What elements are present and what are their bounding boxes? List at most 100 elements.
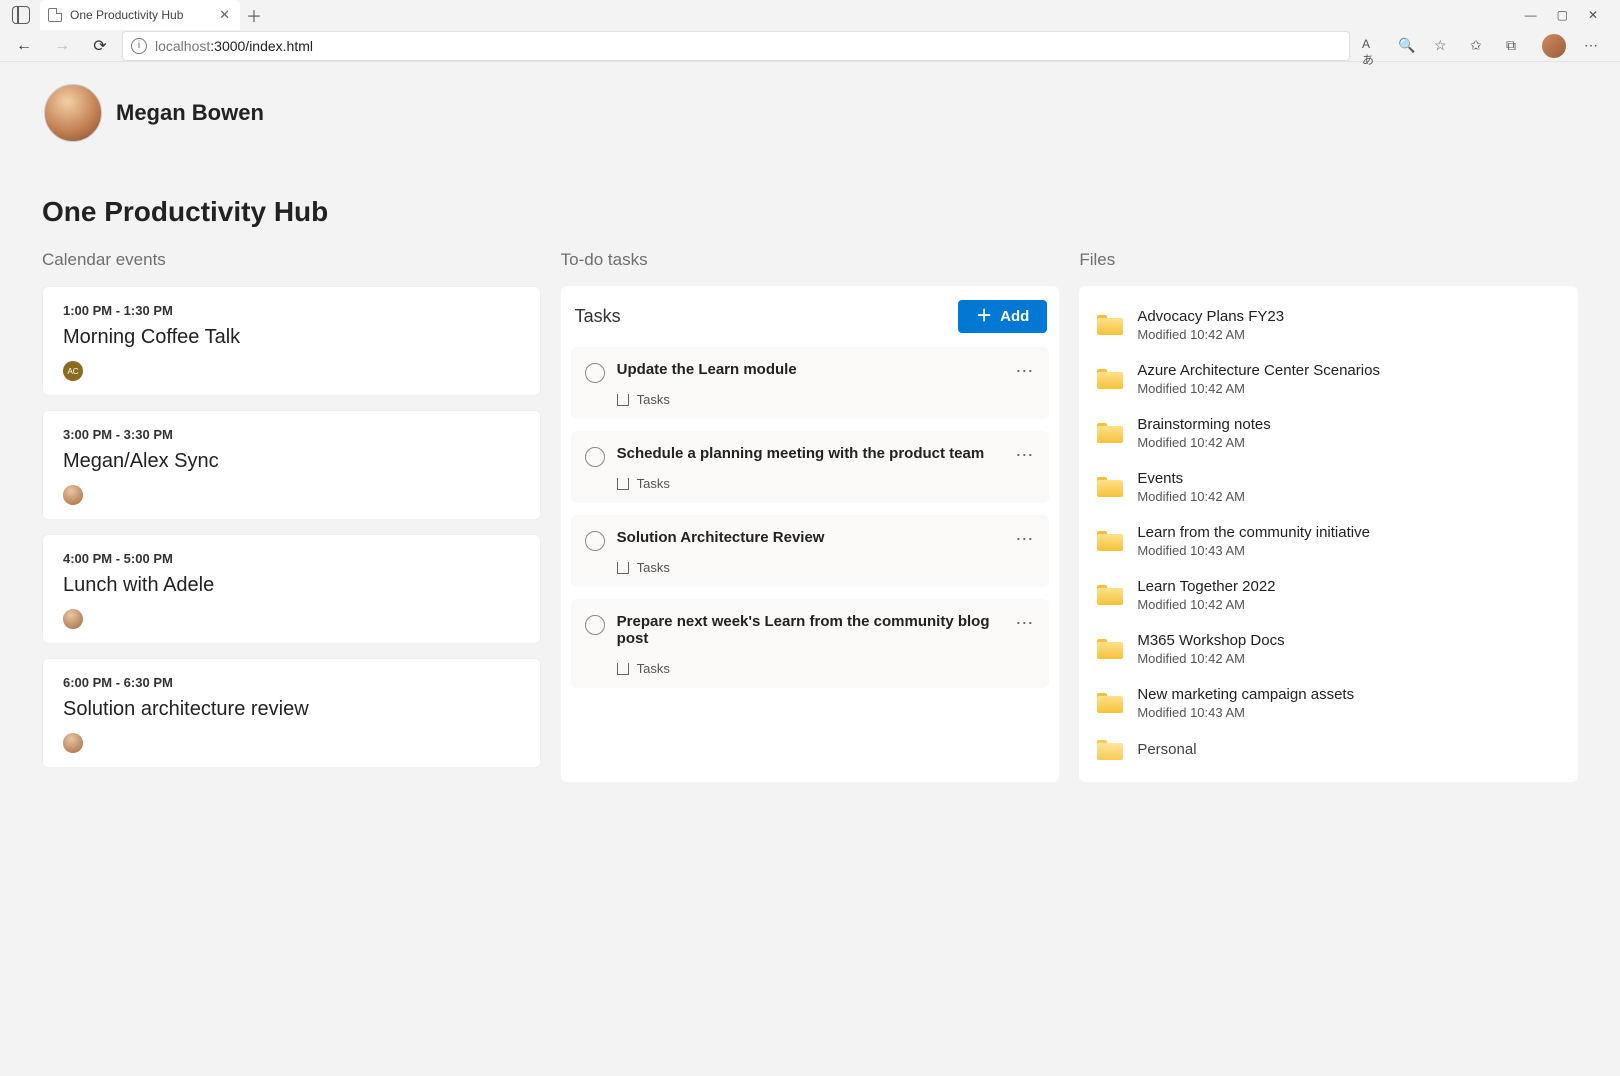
task-card[interactable]: Update the Learn moduleTasks⋯ <box>571 347 1050 419</box>
event-title: Morning Coffee Talk <box>63 326 520 349</box>
event-time: 1:00 PM - 1:30 PM <box>63 303 520 318</box>
calendar-event-card[interactable]: 6:00 PM - 6:30 PM Solution architecture r… <box>42 658 541 768</box>
browser-chrome: One Productivity Hub ✕ ＋ ― ▢ ✕ ← → ⟳ i l… <box>0 0 1620 62</box>
file-row[interactable]: New marketing campaign assetsModified 10… <box>1089 676 1568 730</box>
file-row[interactable]: Azure Architecture Center ScenariosModif… <box>1089 352 1568 406</box>
user-name: Megan Bowen <box>116 100 264 126</box>
favorite-star-icon[interactable]: ☆ <box>1434 37 1452 55</box>
tasks-column-title: To-do tasks <box>561 250 1060 270</box>
window-controls: ― ▢ ✕ <box>1525 8 1616 22</box>
tab-groups-icon[interactable] <box>12 6 30 24</box>
user-avatar[interactable] <box>44 84 102 142</box>
collections-icon[interactable]: ⧉ <box>1506 37 1524 55</box>
read-aloud-icon[interactable]: Aあ <box>1362 37 1380 55</box>
tasks-panel-header: Tasks ＋ Add <box>561 286 1060 347</box>
address-row: ← → ⟳ i localhost:3000/index.html Aあ 🔍 ☆… <box>0 30 1620 61</box>
task-complete-toggle[interactable] <box>585 531 605 551</box>
task-card[interactable]: Schedule a planning meeting with the pro… <box>571 431 1050 503</box>
task-list: Update the Learn moduleTasks⋯Schedule a … <box>561 347 1060 698</box>
task-title: Prepare next week's Learn from the commu… <box>617 613 1004 647</box>
file-info: M365 Workshop Docs Modified 10:42 AM <box>1137 632 1284 666</box>
bucket-icon <box>617 562 629 574</box>
add-task-button[interactable]: ＋ Add <box>958 300 1047 333</box>
event-attendees <box>63 733 520 753</box>
task-more-icon[interactable]: ⋯ <box>1015 613 1035 676</box>
toolbar-actions: Aあ 🔍 ☆ ✩ ⧉ ⋯ <box>1356 34 1612 58</box>
attendee-avatar[interactable] <box>63 609 83 629</box>
back-button[interactable]: ← <box>8 31 40 61</box>
forward-button[interactable]: → <box>46 31 78 61</box>
file-info: EventsModified 10:42 AM <box>1137 470 1245 504</box>
favorites-bar-icon[interactable]: ✩ <box>1470 37 1488 55</box>
file-name: Learn Together 2022 <box>1137 578 1275 595</box>
task-complete-toggle[interactable] <box>585 447 605 467</box>
attendee-avatar[interactable] <box>63 733 83 753</box>
file-row[interactable]: Learn Together 2022Modified 10:42 AM <box>1089 568 1568 622</box>
files-panel: Advocacy Plans FY23Modified 10:42 AM Azur… <box>1079 286 1578 782</box>
event-title: Lunch with Adele <box>63 574 520 597</box>
minimize-icon[interactable]: ― <box>1525 8 1537 22</box>
task-complete-toggle[interactable] <box>585 615 605 635</box>
file-modified: Modified 10:43 AM <box>1137 705 1354 720</box>
task-bucket-label: Tasks <box>637 476 670 491</box>
plus-icon: ＋ <box>976 309 992 325</box>
browser-tab[interactable]: One Productivity Hub ✕ <box>40 0 240 30</box>
bucket-icon <box>617 478 629 490</box>
more-menu-icon[interactable]: ⋯ <box>1584 37 1602 55</box>
task-more-icon[interactable]: ⋯ <box>1015 361 1035 407</box>
folder-icon <box>1097 693 1123 713</box>
calendar-event-list: 1:00 PM - 1:30 PM Morning Coffee Talk AC 3:… <box>42 286 541 768</box>
files-column: Files Advocacy Plans FY23Modified 10:42 … <box>1079 250 1578 782</box>
zoom-icon[interactable]: 🔍 <box>1398 37 1416 55</box>
folder-icon <box>1097 585 1123 605</box>
file-modified: Modified 10:42 AM <box>1137 435 1270 450</box>
close-tab-icon[interactable]: ✕ <box>219 7 230 23</box>
file-name: Personal <box>1137 741 1196 758</box>
file-row[interactable]: EventsModified 10:42 AM <box>1089 460 1568 514</box>
new-tab-button[interactable]: ＋ <box>242 3 266 27</box>
task-meta: Tasks <box>617 476 1004 491</box>
file-info: Personal <box>1137 741 1196 760</box>
task-card[interactable]: Prepare next week's Learn from the commu… <box>571 599 1050 688</box>
calendar-event-card[interactable]: 4:00 PM - 5:00 PMLunch with Adele <box>42 534 541 644</box>
attendee-avatar[interactable] <box>63 485 83 505</box>
task-meta: Tasks <box>617 560 1004 575</box>
file-row[interactable]: Personal <box>1089 730 1568 770</box>
attendee-avatar[interactable]: AC <box>63 361 83 381</box>
task-title: Update the Learn module <box>617 361 1004 378</box>
task-more-icon[interactable]: ⋯ <box>1015 445 1035 491</box>
event-time: 6:00 PM - 6:30 PM <box>63 675 520 690</box>
file-row[interactable]: M365 Workshop Docs Modified 10:42 AM <box>1089 622 1568 676</box>
file-name: Azure Architecture Center Scenarios <box>1137 362 1380 379</box>
tasks-column: To-do tasks Tasks ＋ Add Update the Learn… <box>561 250 1060 782</box>
hub-grid: Calendar events 1:00 PM - 1:30 PMMorning… <box>42 250 1578 782</box>
file-info: Advocacy Plans FY23Modified 10:42 AM <box>1137 308 1284 342</box>
file-row[interactable]: Advocacy Plans FY23Modified 10:42 AM <box>1089 298 1568 352</box>
event-time: 3:00 PM - 3:30 PM <box>63 427 520 442</box>
maximize-icon[interactable]: ▢ <box>1557 8 1568 22</box>
calendar-event-card[interactable]: 1:00 PM - 1:30 PM Morning Coffee Talk AC <box>42 286 541 396</box>
reload-button[interactable]: ⟳ <box>84 31 116 61</box>
file-row[interactable]: Learn from the community initiativeModif… <box>1089 514 1568 568</box>
file-name: M365 Workshop Docs <box>1137 632 1284 649</box>
task-more-icon[interactable]: ⋯ <box>1015 529 1035 575</box>
task-card[interactable]: Solution Architecture ReviewTasks⋯ <box>571 515 1050 587</box>
page-icon <box>48 8 62 22</box>
site-info-icon[interactable]: i <box>131 38 147 54</box>
file-info: Brainstorming notesModified 10:42 AM <box>1137 416 1270 450</box>
file-info: Azure Architecture Center ScenariosModif… <box>1137 362 1380 396</box>
file-row[interactable]: Brainstorming notesModified 10:42 AM <box>1089 406 1568 460</box>
close-window-icon[interactable]: ✕ <box>1588 8 1598 22</box>
task-complete-toggle[interactable] <box>585 363 605 383</box>
file-modified: Modified 10:42 AM <box>1137 651 1284 666</box>
event-title: Solution architecture review <box>63 698 520 721</box>
tab-title: One Productivity Hub <box>70 8 183 22</box>
file-name: Learn from the community initiative <box>1137 524 1370 541</box>
address-bar[interactable]: i localhost:3000/index.html <box>122 31 1350 61</box>
folder-icon <box>1097 639 1123 659</box>
folder-icon <box>1097 531 1123 551</box>
task-meta: Tasks <box>617 661 1004 676</box>
calendar-event-card[interactable]: 3:00 PM - 3:30 PMMegan/Alex Sync <box>42 410 541 520</box>
task-title: Schedule a planning meeting with the pro… <box>617 445 1004 462</box>
profile-avatar-icon[interactable] <box>1542 34 1566 58</box>
